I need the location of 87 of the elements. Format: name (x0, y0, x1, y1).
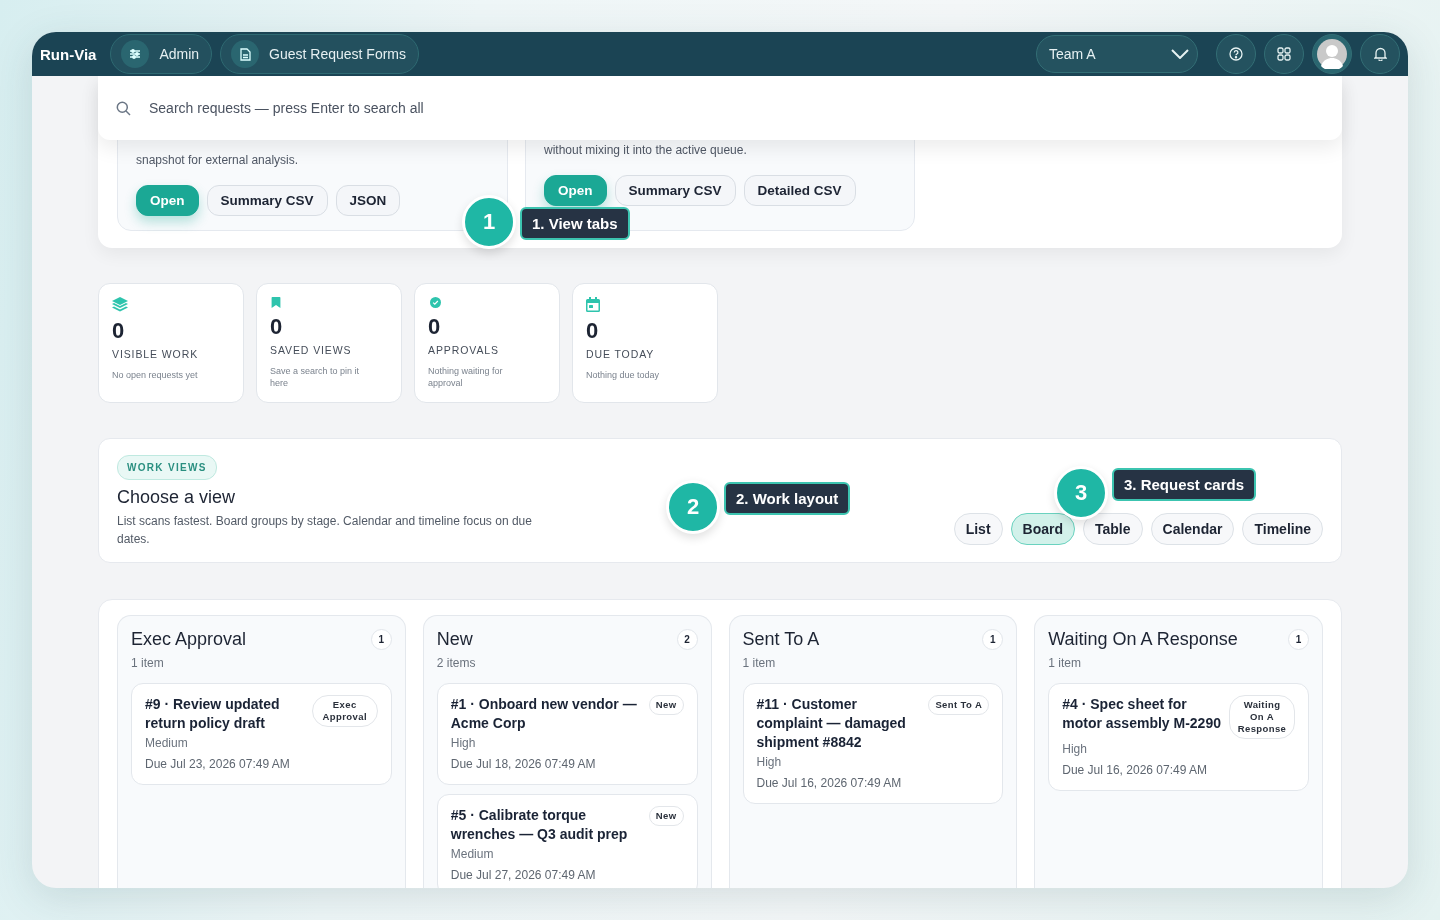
view-tab[interactable]: Calendar (1150, 513, 1235, 545)
view-tab[interactable]: Timeline (1242, 513, 1323, 545)
card-description: without mixing it into the active queue. (544, 142, 748, 158)
status-tag: Sent To A (928, 695, 990, 715)
priority-text: Medium (450, 847, 495, 861)
column-subtitle: 1 item (131, 656, 165, 670)
check-circle-icon (428, 297, 443, 308)
priority-text: High (450, 736, 477, 750)
avatar-icon (1317, 39, 1347, 69)
section-description: List scans fastest. Board groups by stage. Calendar and timeline focus on due dates. (117, 513, 533, 548)
column-title: Waiting On A Response (1048, 629, 1238, 650)
stat-label: DUE TODAY (586, 348, 655, 360)
grid-icon (1277, 47, 1291, 61)
stat-hint: Nothing waiting for approval (428, 365, 504, 389)
stat-label: APPROVALS (428, 344, 499, 356)
column-subtitle: 1 item (742, 656, 777, 670)
section-title: Choose a view (117, 487, 236, 508)
request-title: #11 · Customer complaint — damaged shipment #8842 (756, 695, 907, 752)
help-button[interactable] (1216, 34, 1256, 74)
request-card[interactable]: #11 · Customer complaint — damaged shipment #8842 Sent To A High Due Jul 16, 2026 07:49 AM (742, 683, 1004, 804)
due-date: Due Jul 27, 2026 07:49 AM (450, 868, 597, 882)
calendar-icon (586, 297, 600, 312)
brand-name: Run-Via (40, 45, 97, 63)
export-button[interactable]: Summary CSV (206, 185, 328, 216)
column-title: New (436, 629, 473, 650)
export-button[interactable]: Summary CSV (614, 175, 736, 206)
count-badge: 1 (1288, 629, 1309, 650)
request-title: #9 · Review updated return policy draft (145, 695, 281, 733)
layers-icon (112, 297, 128, 312)
stat-hint: No open requests yet (112, 369, 198, 381)
export-button[interactable]: JSON (335, 185, 401, 216)
view-tab[interactable]: Table (1083, 513, 1143, 545)
bookmark-icon (270, 297, 282, 308)
search-icon (116, 100, 131, 116)
card-description: snapshot for external analysis. (136, 152, 300, 168)
request-card[interactable]: #9 · Review updated return policy draft Exec Approval Medium Due Jul 23, 2026 07:49 AM (131, 683, 392, 785)
priority-text: High (756, 755, 783, 769)
status-tag: Exec Approval (311, 695, 378, 727)
stat-hint: Nothing due today (586, 369, 660, 381)
view-tab[interactable]: List (953, 513, 1003, 545)
stat-hint: Save a search to pin it here (270, 365, 361, 389)
nav-tab[interactable]: Guest Request Forms (220, 34, 420, 74)
request-card[interactable]: #1 · Onboard new vendor — Acme Corp New High Due Jul 18, 2026 07:49 AM (436, 683, 698, 785)
stat-value: 0 (112, 318, 125, 344)
apps-button[interactable] (1264, 34, 1304, 74)
count-badge: 2 (676, 629, 698, 650)
request-title: #5 · Calibrate torque wrenches — Q3 audit prep (450, 806, 629, 844)
bell-icon (1373, 47, 1387, 61)
chevron-down-icon (1171, 49, 1189, 59)
export-button[interactable]: Detailed CSV (743, 175, 856, 206)
priority-text: Medium (145, 736, 189, 750)
request-card[interactable]: #4 · Spec sheet for motor assembly M-2290 Waiting On A Response High Due Jul 16, 2026 07:49 AM (1048, 683, 1309, 791)
column-subtitle: 1 item (1048, 656, 1082, 670)
step-tooltip: 3. Request cards (1112, 468, 1257, 501)
step-tooltip: 2. Work layout (724, 482, 851, 515)
status-tag: Waiting On A Response (1229, 695, 1295, 739)
help-icon (1229, 47, 1243, 61)
avatar-button[interactable] (1312, 34, 1352, 74)
stat-value: 0 (270, 314, 283, 340)
status-tag: New (648, 695, 684, 715)
column-subtitle: 2 items (436, 656, 477, 670)
request-title: #4 · Spec sheet for motor assembly M-2290 (1062, 695, 1221, 733)
stat-label: SAVED VIEWS (270, 344, 352, 356)
request-card[interactable]: #5 · Calibrate torque wrenches — Q3 audit prep New Medium Due Jul 27, 2026 07:49 AM (436, 794, 698, 888)
stat-value: 0 (586, 318, 599, 344)
team-select[interactable]: Team A (1036, 35, 1198, 73)
document-icon (239, 47, 251, 61)
stat-value: 0 (428, 314, 441, 340)
column-title: Exec Approval (131, 629, 247, 650)
notifications-button[interactable] (1360, 34, 1400, 74)
due-date: Due Jul 18, 2026 07:49 AM (450, 757, 597, 771)
section-badge: WORK VIEWS (117, 455, 217, 480)
sliders-icon (129, 48, 142, 60)
nav-tab[interactable]: Admin (110, 34, 213, 74)
search-field[interactable]: Search requests — press Enter to search all (147, 99, 1324, 117)
count-badge: 1 (982, 629, 1004, 650)
step-tooltip: 1. View tabs (520, 207, 630, 240)
priority-text: High (1062, 742, 1088, 756)
stat-label: VISIBLE WORK (112, 348, 199, 360)
status-tag: New (648, 806, 684, 826)
due-date: Due Jul 16, 2026 07:49 AM (756, 776, 903, 790)
column-title: Sent To A (742, 629, 820, 650)
count-badge: 1 (370, 629, 392, 650)
due-date: Due Jul 23, 2026 07:49 AM (145, 757, 291, 771)
due-date: Due Jul 16, 2026 07:49 AM (1062, 763, 1209, 777)
view-tab[interactable]: Board (1010, 513, 1075, 545)
request-title: #1 · Onboard new vendor — Acme Corp (450, 695, 638, 733)
